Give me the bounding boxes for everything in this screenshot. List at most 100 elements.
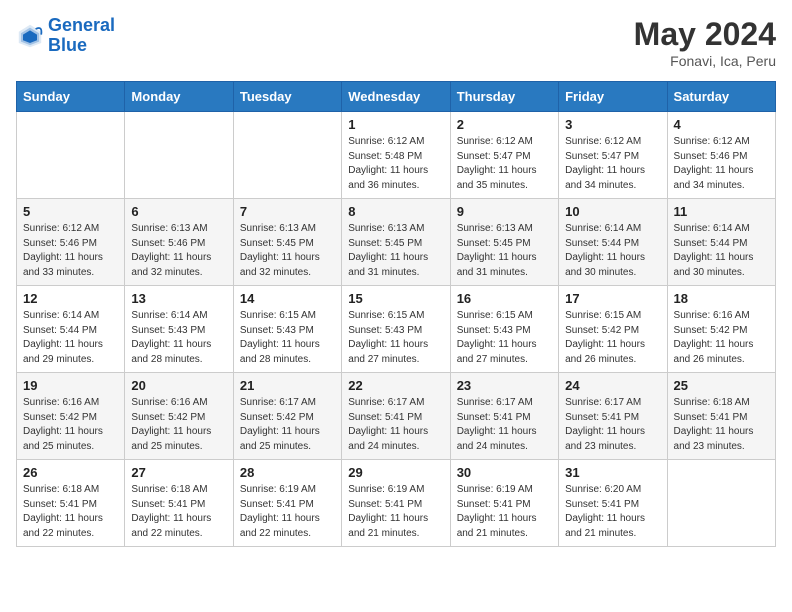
calendar-cell: 29 Sunrise: 6:19 AMSunset: 5:41 PMDayligh… bbox=[342, 460, 450, 547]
logo-general: General bbox=[48, 15, 115, 35]
day-number: 31 bbox=[565, 465, 660, 480]
calendar-cell: 30 Sunrise: 6:19 AMSunset: 5:41 PMDayligh… bbox=[450, 460, 558, 547]
calendar-cell bbox=[17, 112, 125, 199]
calendar-week-row: 1Sunrise: 6:12 AMSunset: 5:48 PMDaylight… bbox=[17, 112, 776, 199]
logo-blue: Blue bbox=[48, 35, 87, 55]
day-number: 23 bbox=[457, 378, 552, 393]
day-number: 11 bbox=[674, 204, 769, 219]
day-info: Sunrise: 6:17 AMSunset: 5:41 PMDaylight:… bbox=[565, 396, 660, 454]
calendar-cell: 20 Sunrise: 6:16 AMSunset: 5:42 PMDayligh… bbox=[125, 373, 233, 460]
calendar-week-row: 12 Sunrise: 6:14 AMSunset: 5:44 PMDayligh… bbox=[17, 286, 776, 373]
calendar-cell: 16Sunrise: 6:15 AMSunset: 5:43 PMDayligh… bbox=[450, 286, 558, 373]
day-number: 21 bbox=[240, 378, 335, 393]
day-info: Sunrise: 6:13 AMSunset: 5:45 PMDaylight:… bbox=[457, 222, 552, 280]
calendar-cell: 15Sunrise: 6:15 AMSunset: 5:43 PMDayligh… bbox=[342, 286, 450, 373]
calendar-cell: 4 Sunrise: 6:12 AMSunset: 5:46 PMDaylight… bbox=[667, 112, 775, 199]
day-info: Sunrise: 6:16 AMSunset: 5:42 PMDaylight:… bbox=[674, 309, 769, 367]
calendar-cell: 31 Sunrise: 6:20 AMSunset: 5:41 PMDayligh… bbox=[559, 460, 667, 547]
calendar-cell bbox=[233, 112, 341, 199]
day-info: Sunrise: 6:12 AMSunset: 5:47 PMDaylight:… bbox=[457, 135, 552, 193]
day-number: 20 bbox=[131, 378, 226, 393]
calendar-cell: 19 Sunrise: 6:16 AMSunset: 5:42 PMDayligh… bbox=[17, 373, 125, 460]
day-info: Sunrise: 6:17 AMSunset: 5:41 PMDaylight:… bbox=[457, 396, 552, 454]
calendar-cell: 13Sunrise: 6:14 AMSunset: 5:43 PMDayligh… bbox=[125, 286, 233, 373]
title-block: May 2024 Fonavi, Ica, Peru bbox=[634, 16, 776, 69]
day-info: Sunrise: 6:14 AMSunset: 5:43 PMDaylight:… bbox=[131, 309, 226, 367]
logo-icon bbox=[16, 22, 44, 50]
day-info: Sunrise: 6:18 AMSunset: 5:41 PMDaylight:… bbox=[23, 483, 118, 541]
calendar-cell: 23 Sunrise: 6:17 AMSunset: 5:41 PMDayligh… bbox=[450, 373, 558, 460]
calendar-cell: 24 Sunrise: 6:17 AMSunset: 5:41 PMDayligh… bbox=[559, 373, 667, 460]
weekday-header-thursday: Thursday bbox=[450, 82, 558, 112]
day-info: Sunrise: 6:18 AMSunset: 5:41 PMDaylight:… bbox=[674, 396, 769, 454]
day-number: 10 bbox=[565, 204, 660, 219]
calendar-cell: 7Sunrise: 6:13 AMSunset: 5:45 PMDaylight… bbox=[233, 199, 341, 286]
calendar-cell bbox=[667, 460, 775, 547]
day-number: 3 bbox=[565, 117, 660, 132]
location-title: Fonavi, Ica, Peru bbox=[634, 53, 776, 69]
calendar-cell: 11 Sunrise: 6:14 AMSunset: 5:44 PMDayligh… bbox=[667, 199, 775, 286]
weekday-header-tuesday: Tuesday bbox=[233, 82, 341, 112]
day-number: 30 bbox=[457, 465, 552, 480]
calendar-cell: 1Sunrise: 6:12 AMSunset: 5:48 PMDaylight… bbox=[342, 112, 450, 199]
day-info: Sunrise: 6:16 AMSunset: 5:42 PMDaylight:… bbox=[131, 396, 226, 454]
day-number: 22 bbox=[348, 378, 443, 393]
day-info: Sunrise: 6:17 AMSunset: 5:41 PMDaylight:… bbox=[348, 396, 443, 454]
weekday-header-saturday: Saturday bbox=[667, 82, 775, 112]
day-number: 28 bbox=[240, 465, 335, 480]
day-info: Sunrise: 6:15 AMSunset: 5:43 PMDaylight:… bbox=[348, 309, 443, 367]
day-number: 6 bbox=[131, 204, 226, 219]
day-number: 12 bbox=[23, 291, 118, 306]
calendar-cell: 21Sunrise: 6:17 AMSunset: 5:42 PMDayligh… bbox=[233, 373, 341, 460]
day-info: Sunrise: 6:15 AMSunset: 5:42 PMDaylight:… bbox=[565, 309, 660, 367]
calendar-cell: 18 Sunrise: 6:16 AMSunset: 5:42 PMDayligh… bbox=[667, 286, 775, 373]
calendar-cell: 3 Sunrise: 6:12 AMSunset: 5:47 PMDaylight… bbox=[559, 112, 667, 199]
weekday-header-row: SundayMondayTuesdayWednesdayThursdayFrid… bbox=[17, 82, 776, 112]
calendar-cell: 26 Sunrise: 6:18 AMSunset: 5:41 PMDayligh… bbox=[17, 460, 125, 547]
day-number: 18 bbox=[674, 291, 769, 306]
day-number: 8 bbox=[348, 204, 443, 219]
day-number: 25 bbox=[674, 378, 769, 393]
calendar-week-row: 5Sunrise: 6:12 AMSunset: 5:46 PMDaylight… bbox=[17, 199, 776, 286]
day-info: Sunrise: 6:12 AMSunset: 5:46 PMDaylight:… bbox=[674, 135, 769, 193]
day-number: 14 bbox=[240, 291, 335, 306]
day-info: Sunrise: 6:13 AMSunset: 5:45 PMDaylight:… bbox=[348, 222, 443, 280]
calendar-cell: 6Sunrise: 6:13 AMSunset: 5:46 PMDaylight… bbox=[125, 199, 233, 286]
calendar-cell: 12 Sunrise: 6:14 AMSunset: 5:44 PMDayligh… bbox=[17, 286, 125, 373]
logo: General Blue bbox=[16, 16, 115, 56]
calendar-cell: 28 Sunrise: 6:19 AMSunset: 5:41 PMDayligh… bbox=[233, 460, 341, 547]
day-number: 27 bbox=[131, 465, 226, 480]
day-number: 19 bbox=[23, 378, 118, 393]
day-number: 16 bbox=[457, 291, 552, 306]
weekday-header-sunday: Sunday bbox=[17, 82, 125, 112]
day-number: 24 bbox=[565, 378, 660, 393]
calendar-cell: 25 Sunrise: 6:18 AMSunset: 5:41 PMDayligh… bbox=[667, 373, 775, 460]
calendar-cell bbox=[125, 112, 233, 199]
day-info: Sunrise: 6:12 AMSunset: 5:48 PMDaylight:… bbox=[348, 135, 443, 193]
day-info: Sunrise: 6:16 AMSunset: 5:42 PMDaylight:… bbox=[23, 396, 118, 454]
month-title: May 2024 bbox=[634, 16, 776, 53]
day-info: Sunrise: 6:19 AMSunset: 5:41 PMDaylight:… bbox=[348, 483, 443, 541]
day-info: Sunrise: 6:19 AMSunset: 5:41 PMDaylight:… bbox=[240, 483, 335, 541]
day-number: 2 bbox=[457, 117, 552, 132]
calendar-cell: 10 Sunrise: 6:14 AMSunset: 5:44 PMDayligh… bbox=[559, 199, 667, 286]
page-header: General Blue May 2024 Fonavi, Ica, Peru bbox=[16, 16, 776, 69]
day-info: Sunrise: 6:13 AMSunset: 5:45 PMDaylight:… bbox=[240, 222, 335, 280]
day-info: Sunrise: 6:19 AMSunset: 5:41 PMDaylight:… bbox=[457, 483, 552, 541]
day-info: Sunrise: 6:18 AMSunset: 5:41 PMDaylight:… bbox=[131, 483, 226, 541]
calendar-cell: 22 Sunrise: 6:17 AMSunset: 5:41 PMDayligh… bbox=[342, 373, 450, 460]
day-number: 4 bbox=[674, 117, 769, 132]
day-number: 17 bbox=[565, 291, 660, 306]
day-info: Sunrise: 6:14 AMSunset: 5:44 PMDaylight:… bbox=[565, 222, 660, 280]
day-info: Sunrise: 6:14 AMSunset: 5:44 PMDaylight:… bbox=[674, 222, 769, 280]
day-info: Sunrise: 6:12 AMSunset: 5:46 PMDaylight:… bbox=[23, 222, 118, 280]
calendar-cell: 17 Sunrise: 6:15 AMSunset: 5:42 PMDayligh… bbox=[559, 286, 667, 373]
day-info: Sunrise: 6:14 AMSunset: 5:44 PMDaylight:… bbox=[23, 309, 118, 367]
day-info: Sunrise: 6:12 AMSunset: 5:47 PMDaylight:… bbox=[565, 135, 660, 193]
calendar-cell: 2 Sunrise: 6:12 AMSunset: 5:47 PMDaylight… bbox=[450, 112, 558, 199]
day-info: Sunrise: 6:20 AMSunset: 5:41 PMDaylight:… bbox=[565, 483, 660, 541]
day-number: 26 bbox=[23, 465, 118, 480]
day-number: 9 bbox=[457, 204, 552, 219]
day-number: 29 bbox=[348, 465, 443, 480]
calendar-cell: 5Sunrise: 6:12 AMSunset: 5:46 PMDaylight… bbox=[17, 199, 125, 286]
